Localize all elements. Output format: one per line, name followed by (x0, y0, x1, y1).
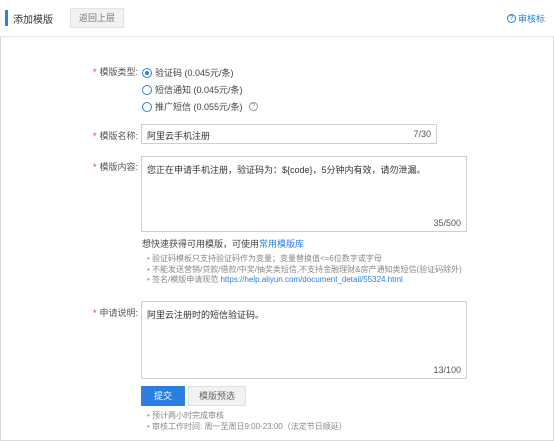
template-content-label: * 模版内容: (92, 162, 138, 172)
template-name-label: * 模版名称: (92, 131, 138, 141)
template-content-count: 35/500 (433, 218, 461, 228)
radio-notification[interactable]: 短信通知 (0.045元/条) (142, 83, 243, 96)
template-library-hint: 想快速获得可用模版，可使用常用模版库 (142, 239, 305, 249)
footer-note: 预计两小时完成审核 (147, 411, 347, 422)
template-type-label: * 模版类型: (92, 67, 138, 77)
footer-note: 审核工作时间: 周一至周日9:00-23:00（法定节日顺延） (147, 422, 347, 433)
description-value: 阿里云注册时的短信验证码。 (147, 310, 265, 320)
review-spec-link[interactable]: ? 审核标 (507, 12, 545, 25)
content-note: 不能发送营销/贷款/借款/中奖/抽奖类短信,不支持金融理财&房产通知类短信(验证… (147, 265, 462, 276)
description-textarea[interactable]: 阿里云注册时的短信验证码。 13/100 (141, 301, 467, 379)
required-mark: * (92, 308, 97, 318)
description-count: 13/100 (433, 365, 461, 375)
page-header: 添加模版 返回上层 ? 审核标 (0, 0, 554, 37)
submit-button[interactable]: 提交 (141, 386, 185, 406)
template-content-value: 您正在申请手机注册，验证码为：${code}，5分钟内有效，请勿泄漏。 (147, 165, 426, 175)
template-content-textarea[interactable]: 您正在申请手机注册，验证码为：${code}，5分钟内有效，请勿泄漏。 35/5… (141, 156, 467, 232)
template-preview-button[interactable]: 模版预选 (188, 386, 246, 406)
template-name-input[interactable]: 阿里云手机注册 7/30 (141, 124, 437, 144)
content-note: 验证码模板只支持验证码作为变量；变量替换值<=6位数字或字母 (147, 254, 462, 265)
required-mark: * (92, 131, 97, 141)
template-library-link[interactable]: 常用模版库 (259, 239, 304, 249)
page-title: 添加模版 (13, 15, 53, 26)
template-name-count: 7/30 (413, 129, 431, 139)
radio-promotion[interactable]: 推广短信 (0.055元/条) ? (142, 100, 258, 113)
radio-button[interactable] (142, 101, 152, 112)
help-icon[interactable]: ? (248, 102, 258, 111)
spec-url-link[interactable]: https://help.aliyun.com/document_detail/… (220, 275, 402, 284)
radio-label: 短信通知 (0.045元/条) (155, 85, 243, 95)
title-accent-bar (5, 10, 8, 26)
radio-verification-code[interactable]: 验证码 (0.045元/条) (142, 66, 234, 79)
required-mark: * (92, 162, 97, 172)
radio-button[interactable] (142, 67, 152, 78)
content-notes: 验证码模板只支持验证码作为变量；变量替换值<=6位数字或字母 不能发送营销/贷款… (147, 254, 462, 286)
description-label: * 申请说明: (92, 308, 138, 318)
back-button[interactable]: 返回上层 (70, 8, 124, 28)
radio-label: 推广短信 (0.055元/条) (155, 102, 243, 112)
template-name-value: 阿里云手机注册 (147, 131, 211, 141)
question-icon: ? (507, 14, 516, 23)
content-note-spec: 签名/模版申请规范 https://help.aliyun.com/docume… (147, 275, 462, 286)
required-mark: * (92, 67, 97, 77)
radio-label: 验证码 (0.045元/条) (155, 68, 234, 78)
review-spec-label: 审核标 (518, 14, 546, 24)
footer-notes: 预计两小时完成审核 审核工作时间: 周一至周日9:00-23:00（法定节日顺延… (147, 411, 347, 432)
radio-button[interactable] (142, 84, 152, 95)
